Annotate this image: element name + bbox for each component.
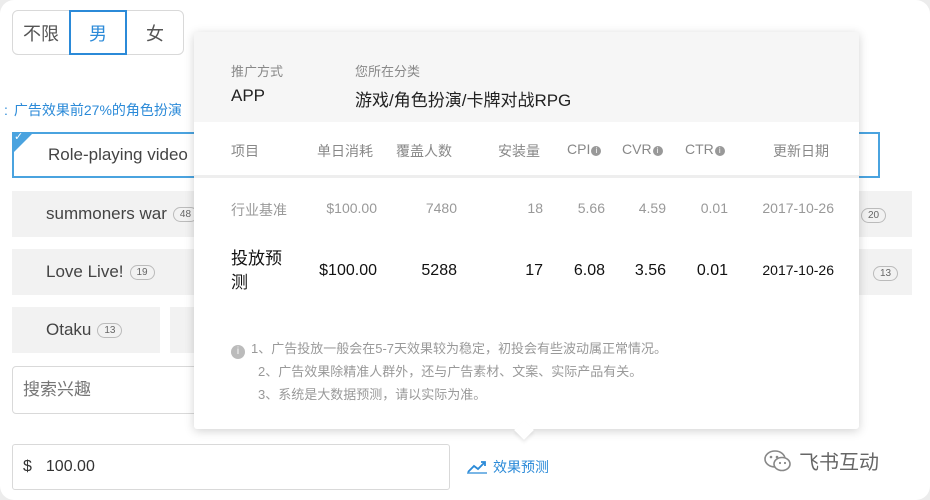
- notes: i 1、广告投放一般会在5-7天效果较为稳定，初投会有些波动属正常情况。 2、广告…: [231, 337, 667, 406]
- cell-cpi: 5.66: [577, 200, 605, 216]
- targeting-panel: 不限 男 女 : 广告效果前27%的角色扮演 ✓ Role-playing vid…: [0, 0, 930, 500]
- cell-update-date: 2017-10-26: [762, 200, 834, 216]
- count-badge: 13: [873, 266, 899, 281]
- colon-mark: :: [4, 102, 8, 118]
- popup-header: 推广方式 APP 您所在分类 游戏/角色扮演/卡牌对战RPG: [194, 32, 859, 122]
- interest-label: summoners war: [46, 204, 167, 223]
- popup-arrow: [514, 420, 534, 440]
- category: 您所在分类 游戏/角色扮演/卡牌对战RPG: [355, 61, 571, 111]
- col-cpi: CPI i: [567, 141, 602, 157]
- cell-cvr: 3.56: [634, 262, 666, 279]
- interest-label: Role-playing video: [48, 145, 188, 164]
- search-input[interactable]: [23, 380, 193, 400]
- watermark: 飞书互动: [763, 446, 879, 475]
- promo-value: APP: [231, 86, 266, 105]
- note-line: 3、系统是大数据预测，请以实际为准。: [258, 387, 487, 402]
- trend-chart-icon: [467, 461, 487, 474]
- budget-input[interactable]: [45, 458, 406, 476]
- cell-ctr: 0.01: [700, 200, 728, 216]
- col-reach: 覆盖人数: [396, 143, 452, 159]
- col-installs: 安装量: [498, 143, 540, 159]
- category-label: 您所在分类: [355, 64, 421, 79]
- cell-daily-spend: $100.00: [326, 200, 377, 216]
- table-row: 行业基准 $100.00 7480 18 5.66 4.59 0.01 2017…: [194, 178, 859, 234]
- gender-option-female[interactable]: 女: [126, 10, 184, 55]
- predict-label: 效果预测: [493, 459, 549, 475]
- interest-search: [12, 366, 202, 414]
- col-update-date: 更新日期: [773, 143, 829, 159]
- cell-update-date: 2017-10-26: [762, 262, 834, 278]
- cell-reach: 5288: [421, 262, 457, 279]
- cell-item: 投放预测: [231, 249, 282, 292]
- col-item: 项目: [231, 143, 259, 159]
- cell-daily-spend: $100.00: [319, 262, 377, 279]
- col-ctr: CTR i: [685, 141, 725, 157]
- cell-reach: 7480: [425, 200, 457, 216]
- table-header: 项目 单日消耗 覆盖人数 安装量 CPI i CVR i CTR i 更新日期: [194, 122, 859, 178]
- gender-option-any[interactable]: 不限: [12, 10, 70, 55]
- cell-cpi: 6.08: [573, 262, 605, 279]
- prediction-table: 项目 单日消耗 覆盖人数 安装量 CPI i CVR i CTR i 更新日期 行业基…: [194, 122, 859, 310]
- count-badge: 13: [97, 322, 123, 338]
- table-row: 投放预测 $100.00 5288 17 6.08 3.56 0.01 2017…: [194, 234, 859, 310]
- currency-symbol: $: [23, 458, 32, 475]
- promo-label: 推广方式: [231, 64, 284, 79]
- count-badge: 20: [861, 208, 887, 223]
- hint-text: : 广告效果前27%的角色扮演: [4, 100, 182, 120]
- cell-ctr: 0.01: [696, 262, 728, 279]
- gender-option-male[interactable]: 男: [69, 10, 127, 55]
- selected-check-icon: ✓: [12, 131, 34, 154]
- info-icon: i: [231, 345, 245, 359]
- budget-field: $: [12, 444, 450, 490]
- predict-link[interactable]: 效果预测: [467, 457, 549, 477]
- hint-label: 广告效果前27%的角色扮演: [13, 102, 182, 118]
- cvr-label: CVR: [622, 141, 652, 157]
- promo-method: 推广方式 APP: [231, 61, 283, 106]
- col-cvr: CVR i: [622, 141, 663, 157]
- info-icon[interactable]: i: [591, 146, 602, 156]
- gender-selector: 不限 男 女: [12, 10, 184, 55]
- interest-label: Love Live!: [46, 262, 124, 281]
- interest-item-otaku[interactable]: Otaku 13: [12, 307, 160, 353]
- cell-installs: 17: [525, 262, 543, 279]
- ctr-label: CTR: [685, 141, 714, 157]
- count-badge: 19: [129, 264, 155, 280]
- cell-installs: 18: [527, 200, 543, 216]
- info-icon[interactable]: i: [714, 146, 725, 156]
- note-line: 2、广告效果除精准人群外，还与广告素材、文案、实际产品有关。: [258, 364, 643, 379]
- category-value: 游戏/角色扮演/卡牌对战RPG: [355, 91, 572, 110]
- cpi-label: CPI: [567, 141, 591, 157]
- info-icon[interactable]: i: [652, 146, 663, 156]
- wechat-icon: [764, 449, 791, 471]
- watermark-text: 飞书互动: [799, 452, 879, 474]
- cell-cvr: 4.59: [638, 200, 666, 216]
- effect-prediction-popup: 推广方式 APP 您所在分类 游戏/角色扮演/卡牌对战RPG 项目 单日消耗 覆…: [194, 32, 859, 440]
- note-text: 1、广告投放一般会在5-7天效果较为稳定，初投会有些波动属正常情况。: [251, 341, 668, 356]
- col-daily-spend: 单日消耗: [317, 143, 373, 159]
- cell-item: 行业基准: [231, 202, 287, 218]
- interest-label: Otaku: [46, 320, 92, 339]
- note-line: i 1、广告投放一般会在5-7天效果较为稳定，初投会有些波动属正常情况。: [231, 337, 667, 360]
